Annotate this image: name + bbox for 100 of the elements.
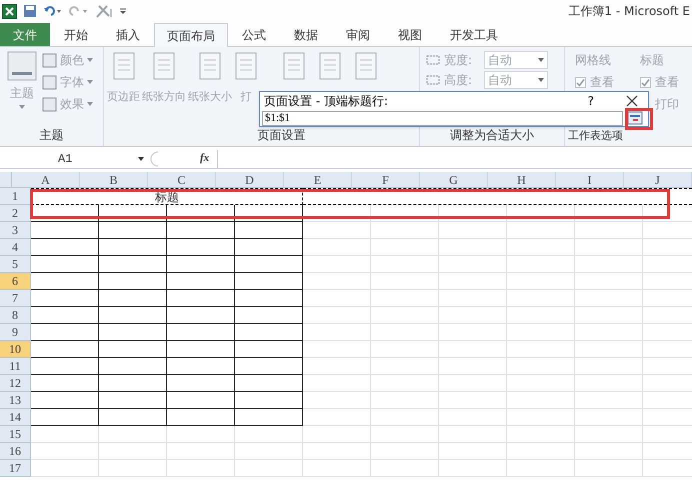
checkbox[interactable]	[575, 76, 586, 88]
row-header[interactable]: 2	[0, 205, 31, 222]
grid-cell[interactable]	[235, 239, 303, 256]
grid-cell[interactable]	[99, 375, 167, 392]
row-header[interactable]: 10	[0, 341, 31, 358]
row-header[interactable]: 12	[0, 375, 31, 392]
grid-cell[interactable]	[99, 273, 167, 290]
grid-cell[interactable]	[235, 409, 303, 426]
help-button[interactable]: ?	[588, 92, 594, 110]
row-header[interactable]: 1	[0, 188, 31, 205]
redo-icon[interactable]	[69, 4, 89, 18]
grid-cell[interactable]	[31, 256, 99, 273]
row-header[interactable]: 6	[0, 273, 31, 290]
grid-cell[interactable]	[31, 307, 99, 324]
grid-cell[interactable]	[235, 290, 303, 307]
row-header[interactable]: 9	[0, 324, 31, 341]
range-field[interactable]: $1:$1	[262, 110, 623, 126]
grid-cell[interactable]	[31, 375, 99, 392]
collapse-dialog-icon[interactable]	[627, 111, 643, 125]
grid-cell[interactable]	[31, 341, 99, 358]
grid-cell[interactable]	[167, 256, 235, 273]
grid-cell[interactable]	[167, 273, 235, 290]
grid-cell[interactable]	[235, 222, 303, 239]
grid-cell[interactable]	[31, 409, 99, 426]
grid-cell[interactable]	[167, 358, 235, 375]
ribbon-tab[interactable]: 开始	[50, 23, 102, 46]
column-header[interactable]: C	[148, 172, 216, 187]
function-button[interactable]: fx	[200, 150, 210, 167]
grid-cell[interactable]	[235, 358, 303, 375]
grid-cell[interactable]	[167, 307, 235, 324]
grid-cell[interactable]	[99, 256, 167, 273]
grid-cell[interactable]	[99, 307, 167, 324]
checkbox[interactable]	[640, 76, 651, 88]
grid-cell[interactable]	[31, 290, 99, 307]
column-header[interactable]: E	[284, 172, 352, 187]
name-box[interactable]: A1	[0, 150, 148, 168]
grid-cell[interactable]	[99, 222, 167, 239]
grid-cell[interactable]	[167, 392, 235, 409]
grid-cell[interactable]	[167, 409, 235, 426]
row-header[interactable]: 14	[0, 409, 31, 426]
grid-cell[interactable]	[31, 273, 99, 290]
column-header[interactable]: I	[556, 172, 624, 187]
save-icon[interactable]	[23, 4, 37, 18]
row-header[interactable]: 4	[0, 239, 31, 256]
ribbon-tab[interactable]: 页面布局	[154, 23, 228, 47]
row-header[interactable]: 17	[0, 460, 31, 477]
grid-cell[interactable]	[235, 341, 303, 358]
grid-cell[interactable]	[99, 358, 167, 375]
grid-cell[interactable]	[31, 358, 99, 375]
grid-cell[interactable]	[31, 324, 99, 341]
column-header[interactable]: B	[80, 172, 148, 187]
grid-cell[interactable]	[235, 256, 303, 273]
grid-cell[interactable]	[167, 222, 235, 239]
close-icon[interactable]	[626, 95, 638, 107]
grid-cell[interactable]	[99, 239, 167, 256]
grid-cell[interactable]	[99, 341, 167, 358]
ribbon-tab[interactable]: 审阅	[332, 23, 384, 46]
grid-cell[interactable]	[99, 392, 167, 409]
ribbon-tab[interactable]: 数据	[280, 23, 332, 46]
row-header[interactable]: 11	[0, 358, 31, 375]
ribbon-tab[interactable]: 插入	[102, 23, 154, 46]
grid-cell[interactable]	[99, 324, 167, 341]
grid-cell[interactable]	[235, 273, 303, 290]
grid-cell[interactable]	[31, 392, 99, 409]
grid-cell[interactable]	[99, 205, 167, 222]
column-header[interactable]: A	[12, 172, 80, 187]
grid-cell[interactable]	[167, 239, 235, 256]
file-tab[interactable]: 文件	[0, 23, 50, 46]
grid-cell[interactable]	[99, 409, 167, 426]
ribbon-tab[interactable]: 视图	[384, 23, 436, 46]
column-header[interactable]: D	[216, 172, 284, 187]
ribbon-tab[interactable]: 公式	[228, 23, 280, 46]
row-header[interactable]: 5	[0, 256, 31, 273]
row-header[interactable]: 15	[0, 426, 31, 443]
row-header[interactable]: 7	[0, 290, 31, 307]
row-header[interactable]: 16	[0, 443, 31, 460]
grid-cell[interactable]	[235, 307, 303, 324]
grid-cell[interactable]	[235, 392, 303, 409]
column-header[interactable]: F	[352, 172, 420, 187]
column-header[interactable]: G	[420, 172, 488, 187]
grid-cell[interactable]	[99, 290, 167, 307]
grid-cell[interactable]	[167, 324, 235, 341]
row-header[interactable]: 13	[0, 392, 31, 409]
column-header[interactable]: H	[488, 172, 556, 187]
grid-cell[interactable]	[31, 222, 99, 239]
tools-icon[interactable]	[95, 3, 113, 19]
grid-cell[interactable]	[167, 205, 235, 222]
grid-cell[interactable]	[31, 239, 99, 256]
grid-cell[interactable]	[235, 324, 303, 341]
grid-cell[interactable]	[235, 205, 303, 222]
column-header[interactable]: J	[624, 172, 692, 187]
row-header[interactable]: 3	[0, 222, 31, 239]
grid-cell[interactable]	[235, 375, 303, 392]
grid-cell[interactable]	[167, 341, 235, 358]
ribbon-tab[interactable]: 开发工具	[436, 23, 512, 46]
undo-icon[interactable]	[43, 4, 63, 18]
row-header[interactable]: 8	[0, 307, 31, 324]
grid-cell[interactable]	[31, 205, 99, 222]
grid-cell[interactable]	[167, 290, 235, 307]
grid-cell[interactable]	[167, 375, 235, 392]
